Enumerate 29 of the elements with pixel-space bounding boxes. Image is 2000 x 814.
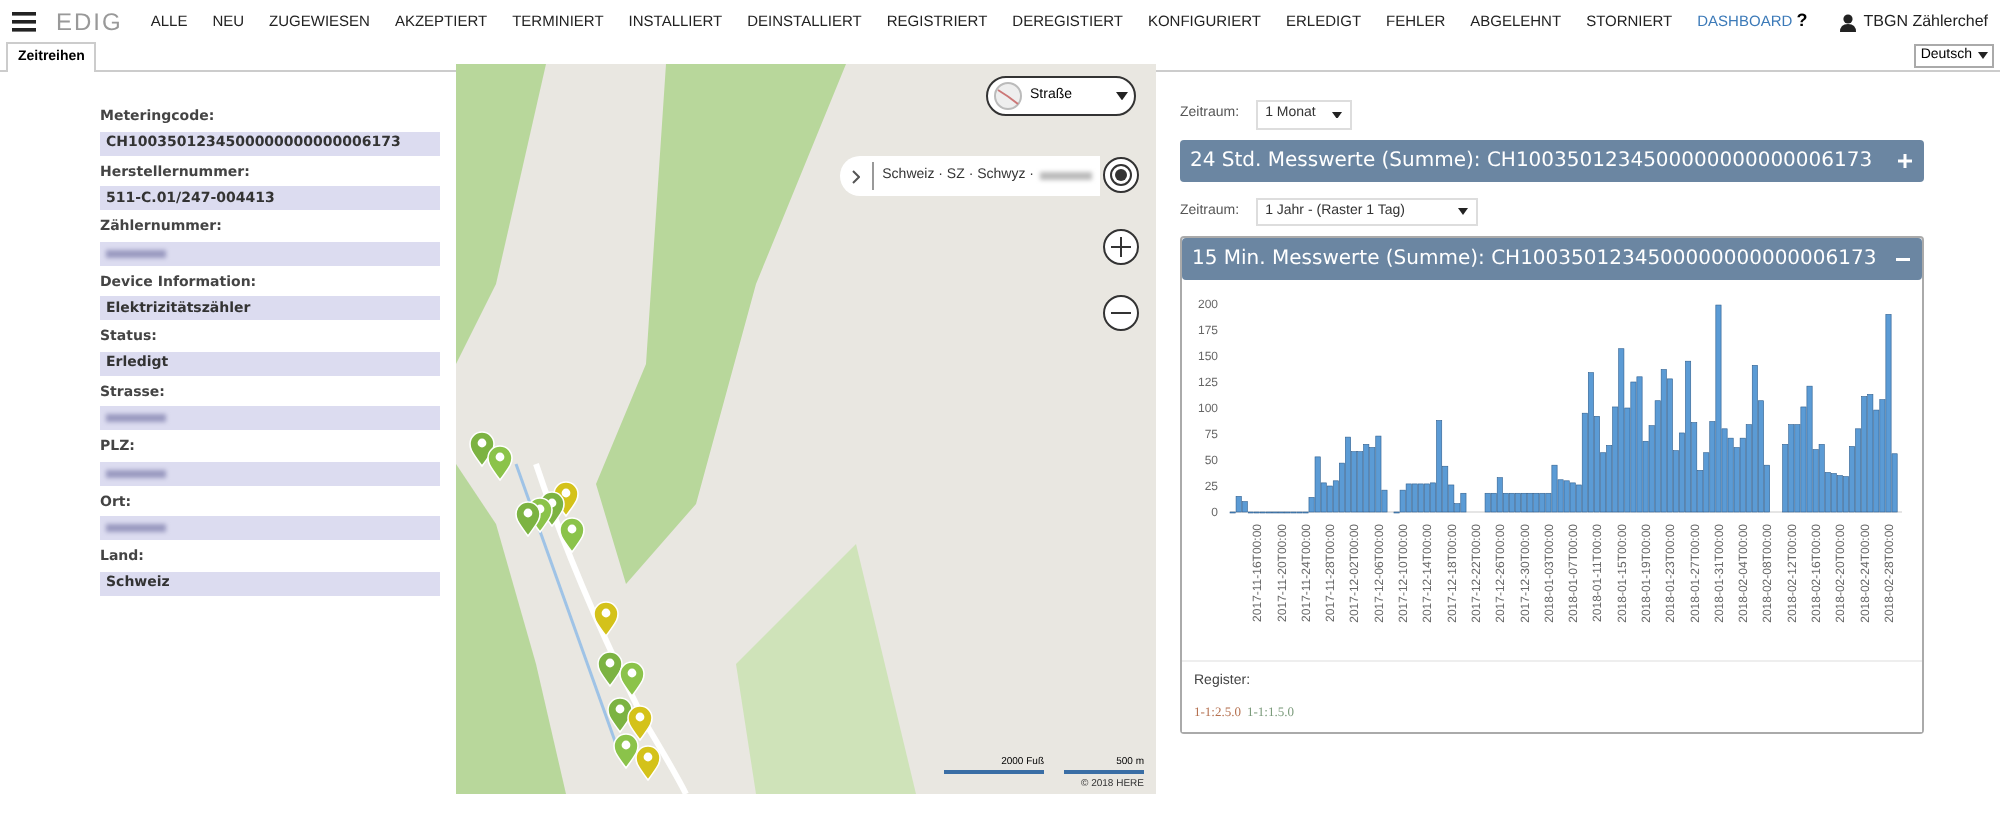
map-layer-icon bbox=[994, 82, 1022, 110]
panel-header[interactable]: 24 Std. Messwerte (Summe): CH1003501234500000000000006173 bbox=[1180, 139, 1924, 181]
user-name[interactable]: TBGN Zählerchef bbox=[1863, 10, 1988, 34]
zoom-out-icon[interactable] bbox=[1102, 294, 1140, 332]
panel-title: 24 Std. Messwerte (Summe): CH1003501234500000000000006173 bbox=[1190, 147, 1873, 175]
map-pin[interactable] bbox=[515, 501, 541, 537]
caret-icon[interactable] bbox=[1978, 52, 1988, 59]
panel-title: 15 Min. Messwerte (Summe): CH1003501234500000000000006173 bbox=[1192, 246, 1877, 274]
caret-icon[interactable] bbox=[1116, 91, 1128, 101]
caret-icon[interactable] bbox=[1457, 208, 1468, 215]
help-link[interactable]: ? bbox=[1796, 8, 1808, 36]
user-icon bbox=[1839, 13, 1856, 31]
zoom-in-icon[interactable] bbox=[1102, 228, 1140, 266]
map-pin[interactable] bbox=[487, 445, 513, 481]
map-pin[interactable] bbox=[597, 651, 623, 687]
panel-header[interactable]: 15 Min. Messwerte (Summe): CH1003501234500000000000006173 bbox=[1182, 238, 1922, 280]
chevron-icon[interactable] bbox=[852, 169, 861, 183]
map-pin[interactable] bbox=[613, 733, 639, 769]
map-pin[interactable] bbox=[627, 705, 653, 741]
caret-icon[interactable] bbox=[1331, 111, 1342, 118]
locate-icon[interactable] bbox=[1102, 156, 1140, 194]
map-pin[interactable] bbox=[635, 745, 661, 781]
plus-icon[interactable] bbox=[1896, 151, 1914, 169]
menu-icon[interactable] bbox=[12, 12, 36, 32]
map-pin[interactable] bbox=[593, 601, 619, 637]
map-pin[interactable] bbox=[619, 661, 645, 697]
map-pin[interactable] bbox=[559, 517, 585, 553]
scale-bar bbox=[944, 770, 1044, 774]
scale-bar bbox=[1064, 770, 1144, 774]
